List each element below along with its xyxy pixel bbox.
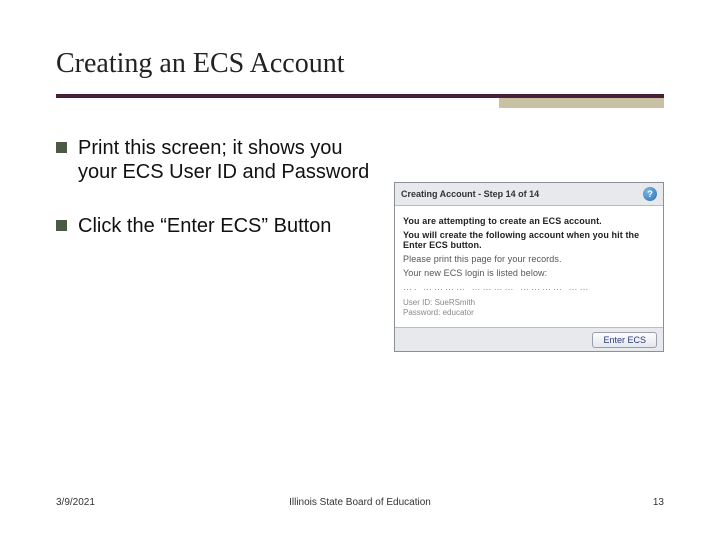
credentials-block: User ID: SueRSmith Password: educator (403, 298, 655, 319)
embedded-screenshot: Creating Account - Step 14 of 14 ? You a… (394, 182, 664, 352)
footer-page-number: 13 (653, 497, 664, 508)
footer-org: Illinois State Board of Education (56, 497, 664, 508)
password-label: Password: (403, 308, 440, 317)
wizard-text: You will create the following account wh… (403, 230, 655, 250)
enter-ecs-button[interactable]: Enter ECS (592, 332, 657, 348)
footer-date: 3/9/2021 (56, 497, 95, 508)
wizard-text: Please print this page for your records. (403, 254, 655, 264)
slide-title: Creating an ECS Account (56, 48, 664, 80)
title-rule (56, 94, 664, 108)
bullet-item: Print this screen; it shows you your ECS… (56, 136, 376, 184)
wizard-text: Your new ECS login is listed below: (403, 268, 655, 278)
help-icon[interactable]: ? (643, 187, 657, 201)
user-id-label: User ID: (403, 298, 432, 307)
wizard-step-label: Creating Account - Step 14 of 14 (401, 189, 539, 199)
separator-dots: …. ………… ………… ………… …… (403, 282, 655, 292)
wizard-footer: Enter ECS (395, 327, 663, 351)
bullet-list: Print this screen; it shows you your ECS… (56, 136, 376, 352)
bullet-item: Click the “Enter ECS” Button (56, 214, 376, 238)
password-value: educator (443, 308, 474, 317)
wizard-text: You are attempting to create an ECS acco… (403, 216, 655, 226)
user-id-value: SueRSmith (435, 298, 475, 307)
wizard-header: Creating Account - Step 14 of 14 ? (395, 183, 663, 206)
slide-footer: 3/9/2021 Illinois State Board of Educati… (56, 497, 664, 508)
